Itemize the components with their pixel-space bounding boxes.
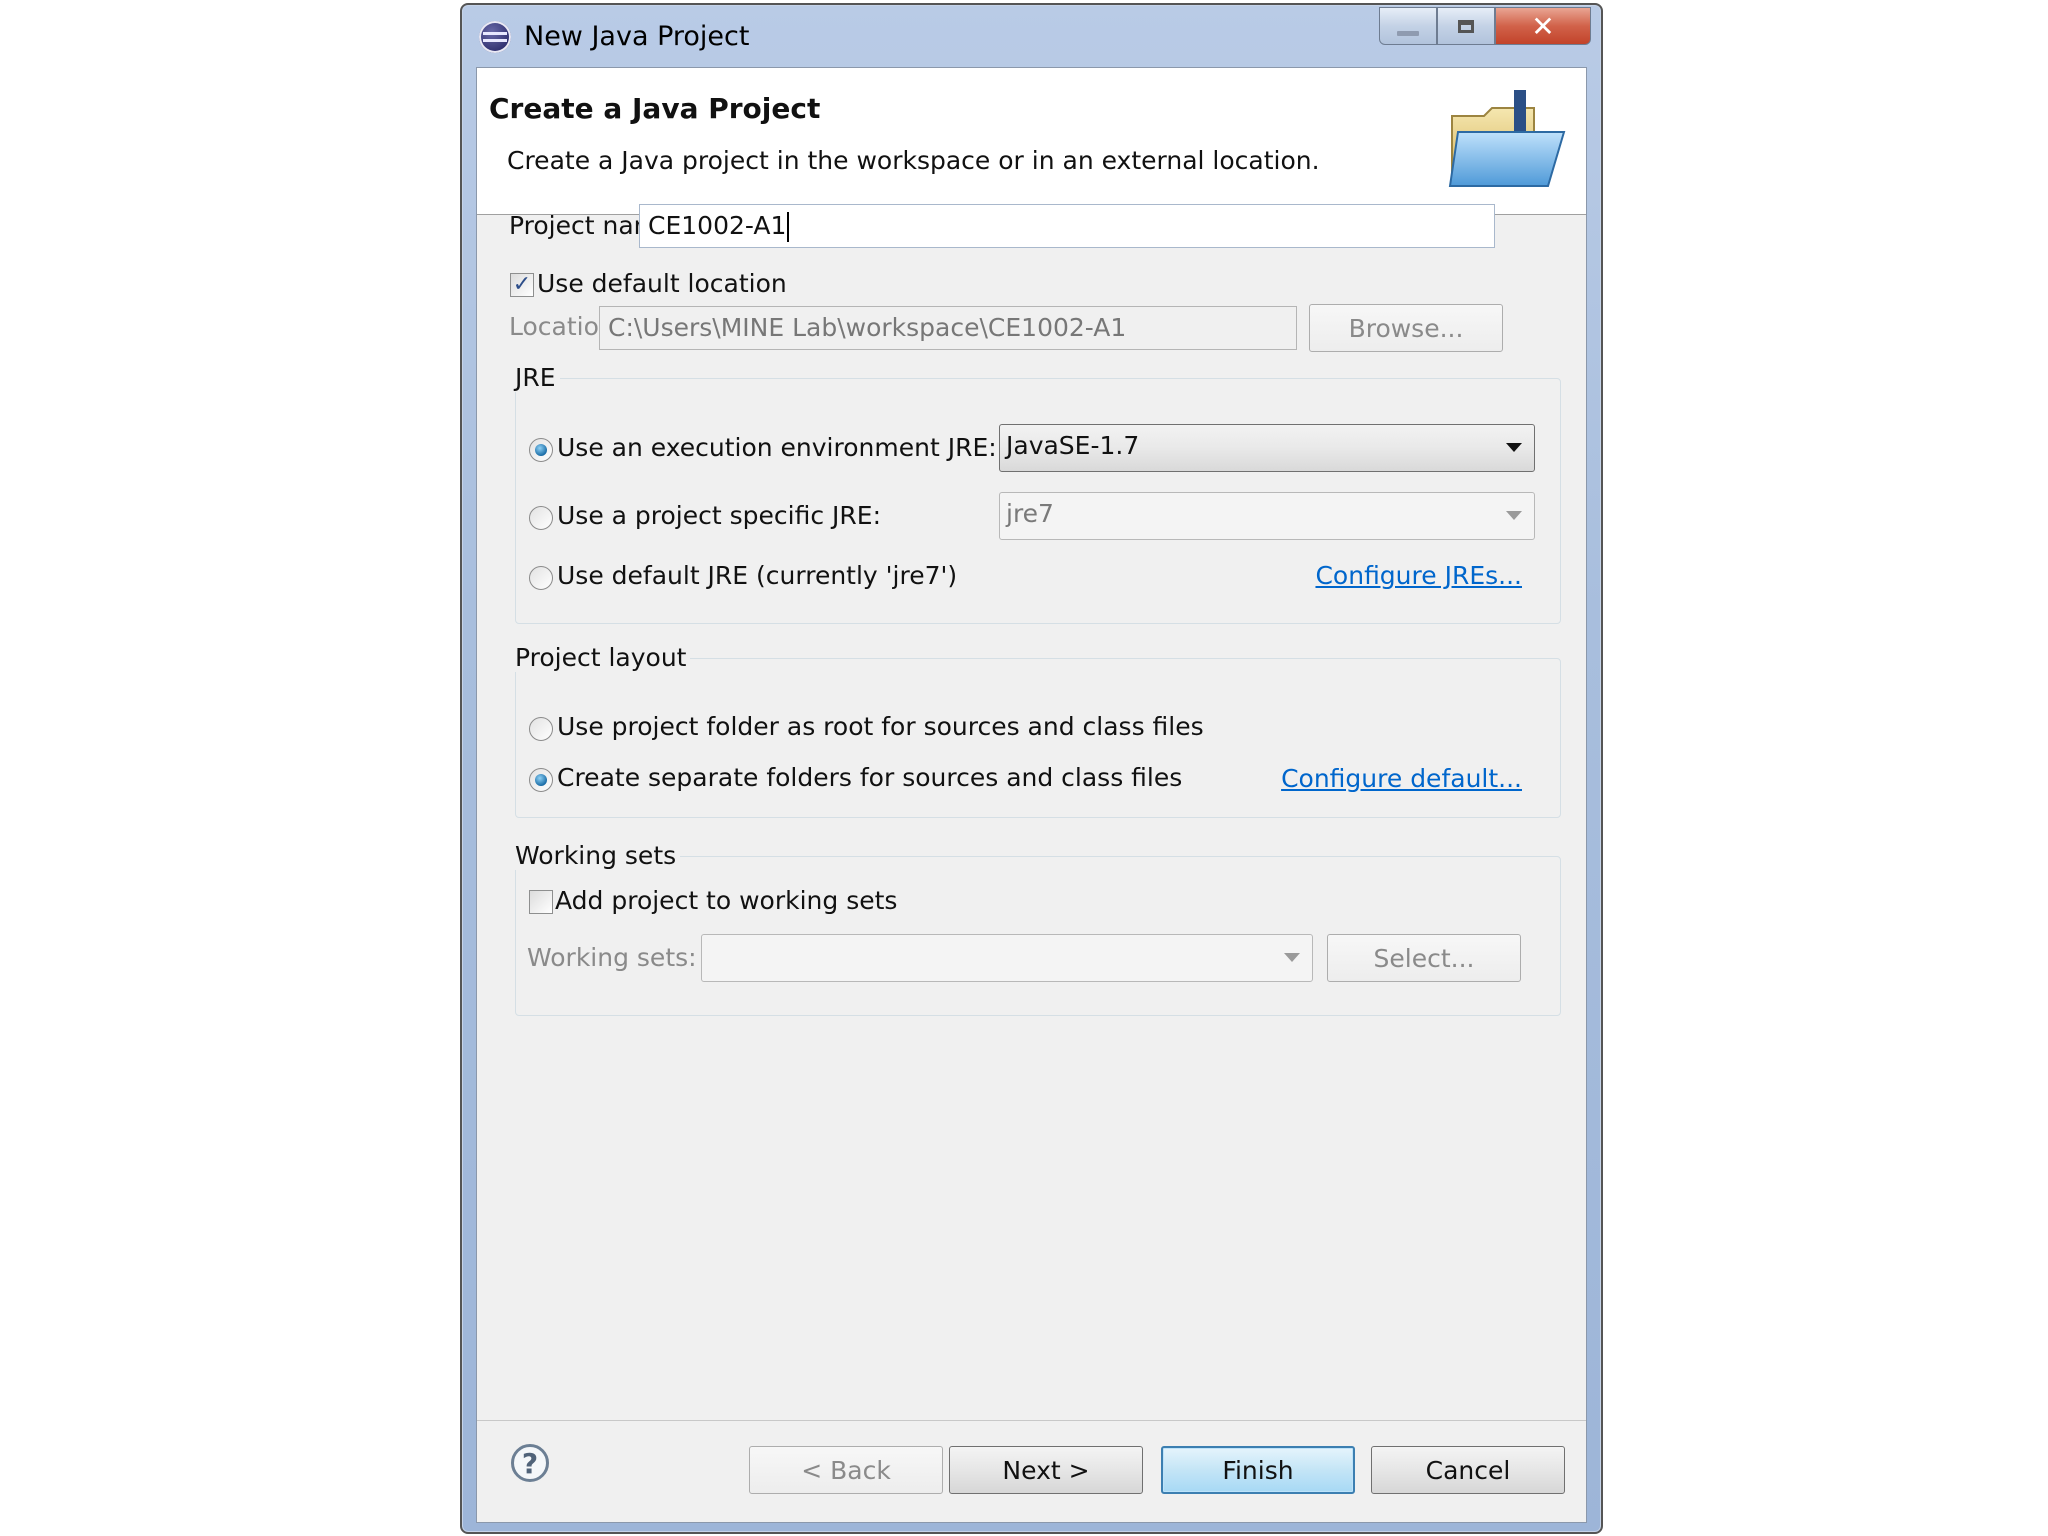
back-button[interactable]: < Back (749, 1446, 943, 1494)
working-sets-legend: Working sets (511, 841, 681, 870)
eclipse-icon (479, 21, 511, 53)
title-bar[interactable]: New Java Project ✕ (462, 5, 1601, 67)
chevron-down-icon (1284, 953, 1300, 962)
project-name-value: CE1002-A1 (648, 211, 787, 240)
location-input[interactable]: C:\Users\MINE Lab\workspace\CE1002-A1 (599, 306, 1297, 350)
default-jre-label: Use default JRE (currently 'jre7') (557, 561, 958, 590)
maximize-button[interactable] (1437, 7, 1495, 45)
add-to-working-sets-checkbox[interactable] (529, 890, 553, 914)
working-sets-select[interactable] (701, 934, 1313, 982)
select-working-sets-button[interactable]: Select... (1327, 934, 1521, 982)
cancel-button[interactable]: Cancel (1371, 1446, 1565, 1494)
root-folder-radio[interactable] (529, 717, 553, 741)
default-jre-radio[interactable] (529, 566, 553, 590)
project-specific-jre-label: Use a project specific JRE: (557, 501, 881, 530)
chevron-down-icon (1506, 511, 1522, 520)
exec-env-select[interactable]: JavaSE-1.7 (999, 424, 1535, 472)
project-layout-legend: Project layout (511, 643, 691, 672)
close-icon: ✕ (1531, 9, 1555, 43)
chevron-down-icon (1506, 443, 1522, 452)
root-folder-label: Use project folder as root for sources a… (557, 712, 1204, 741)
configure-default-link[interactable]: Configure default... (1281, 764, 1522, 793)
checkmark-icon: ✓ (512, 272, 532, 297)
help-icon[interactable]: ? (511, 1444, 549, 1482)
configure-jres-link[interactable]: Configure JREs... (1315, 561, 1522, 590)
project-name-input[interactable]: CE1002-A1 (639, 204, 1495, 248)
project-specific-jre-radio[interactable] (529, 506, 553, 530)
next-button[interactable]: Next > (949, 1446, 1143, 1494)
use-default-location-checkbox[interactable]: ✓ (510, 273, 534, 297)
new-java-project-dialog: New Java Project ✕ Create a Java Project… (460, 3, 1603, 1534)
page-title: Create a Java Project (489, 92, 821, 125)
window-controls: ✕ (1379, 7, 1591, 47)
project-specific-jre-select[interactable]: jre7 (999, 492, 1535, 540)
minimize-icon (1397, 30, 1419, 36)
text-cursor (787, 212, 790, 242)
java-project-folder-icon (1448, 90, 1566, 187)
minimize-button[interactable] (1379, 7, 1437, 45)
page-description: Create a Java project in the workspace o… (507, 146, 1320, 175)
separate-folders-radio[interactable] (529, 768, 553, 792)
jre-group-legend: JRE (511, 363, 560, 392)
project-specific-jre-value: jre7 (1006, 499, 1054, 528)
dialog-content: Create a Java Project Create a Java proj… (476, 67, 1587, 1523)
browse-button[interactable]: Browse... (1309, 304, 1503, 352)
footer-separator (477, 1420, 1586, 1421)
exec-env-radio[interactable] (529, 438, 553, 462)
working-sets-label: Working sets: (527, 943, 697, 972)
window-title: New Java Project (524, 21, 750, 52)
close-button[interactable]: ✕ (1495, 7, 1591, 45)
wizard-banner: Create a Java Project Create a Java proj… (477, 68, 1586, 215)
exec-env-value: JavaSE-1.7 (1006, 431, 1140, 460)
finish-button[interactable]: Finish (1161, 1446, 1355, 1494)
maximize-icon (1458, 19, 1474, 33)
add-to-working-sets-label: Add project to working sets (555, 886, 898, 915)
separate-folders-label: Create separate folders for sources and … (557, 763, 1183, 792)
use-default-location-label: Use default location (537, 269, 787, 298)
exec-env-label: Use an execution environment JRE: (557, 433, 997, 462)
